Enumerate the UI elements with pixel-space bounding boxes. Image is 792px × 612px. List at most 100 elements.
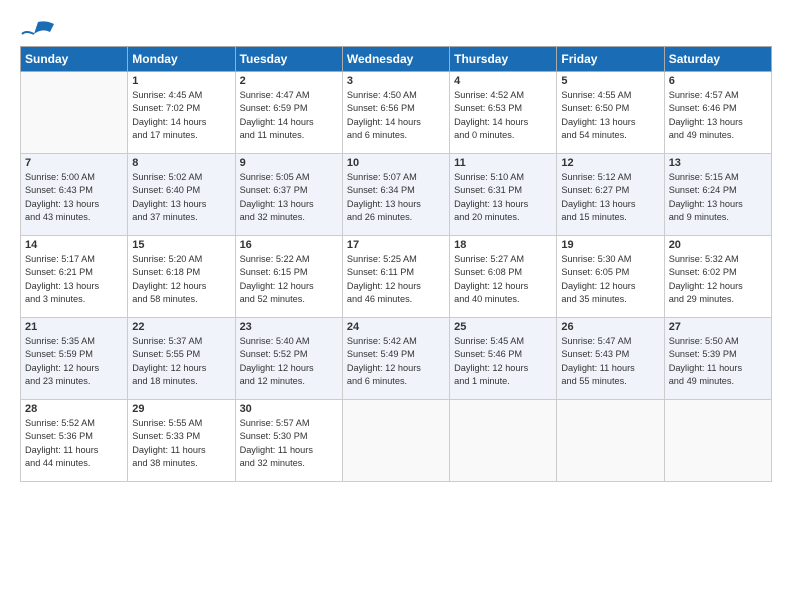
calendar-cell: 18 Sunrise: 5:27 AM Sunset: 6:08 PM Dayli… bbox=[450, 236, 557, 318]
calendar-cell: 22 Sunrise: 5:37 AM Sunset: 5:55 PM Dayli… bbox=[128, 318, 235, 400]
calendar-cell: 4 Sunrise: 4:52 AM Sunset: 6:53 PM Daylig… bbox=[450, 72, 557, 154]
calendar-cell: 6 Sunrise: 4:57 AM Sunset: 6:46 PM Daylig… bbox=[664, 72, 771, 154]
day-info: Sunrise: 5:25 AM Sunset: 6:11 PM Dayligh… bbox=[347, 253, 445, 306]
day-number: 28 bbox=[25, 403, 123, 415]
day-info: Sunrise: 5:15 AM Sunset: 6:24 PM Dayligh… bbox=[669, 171, 767, 224]
calendar-week-row: 7 Sunrise: 5:00 AM Sunset: 6:43 PM Daylig… bbox=[21, 154, 772, 236]
day-info: Sunrise: 4:52 AM Sunset: 6:53 PM Dayligh… bbox=[454, 89, 552, 142]
day-number: 27 bbox=[669, 321, 767, 333]
day-info: Sunrise: 5:05 AM Sunset: 6:37 PM Dayligh… bbox=[240, 171, 338, 224]
day-info: Sunrise: 4:57 AM Sunset: 6:46 PM Dayligh… bbox=[669, 89, 767, 142]
day-number: 14 bbox=[25, 239, 123, 251]
calendar-cell bbox=[664, 400, 771, 482]
day-info: Sunrise: 5:20 AM Sunset: 6:18 PM Dayligh… bbox=[132, 253, 230, 306]
day-number: 11 bbox=[454, 157, 552, 169]
day-info: Sunrise: 4:50 AM Sunset: 6:56 PM Dayligh… bbox=[347, 89, 445, 142]
calendar-cell: 7 Sunrise: 5:00 AM Sunset: 6:43 PM Daylig… bbox=[21, 154, 128, 236]
calendar-table: SundayMondayTuesdayWednesdayThursdayFrid… bbox=[20, 46, 772, 482]
day-info: Sunrise: 5:52 AM Sunset: 5:36 PM Dayligh… bbox=[25, 417, 123, 470]
day-info: Sunrise: 5:57 AM Sunset: 5:30 PM Dayligh… bbox=[240, 417, 338, 470]
calendar-cell bbox=[450, 400, 557, 482]
logo bbox=[20, 18, 56, 38]
day-number: 19 bbox=[561, 239, 659, 251]
day-info: Sunrise: 5:37 AM Sunset: 5:55 PM Dayligh… bbox=[132, 335, 230, 388]
calendar-cell: 28 Sunrise: 5:52 AM Sunset: 5:36 PM Dayli… bbox=[21, 400, 128, 482]
day-number: 16 bbox=[240, 239, 338, 251]
weekday-header: Tuesday bbox=[235, 47, 342, 72]
day-number: 4 bbox=[454, 75, 552, 87]
header bbox=[20, 18, 772, 38]
calendar-week-row: 21Sunrise: 5:35 AM Sunset: 5:59 PM Dayli… bbox=[21, 318, 772, 400]
page: SundayMondayTuesdayWednesdayThursdayFrid… bbox=[0, 0, 792, 612]
day-number: 6 bbox=[669, 75, 767, 87]
day-info: Sunrise: 5:17 AM Sunset: 6:21 PM Dayligh… bbox=[25, 253, 123, 306]
day-number: 29 bbox=[132, 403, 230, 415]
calendar-cell: 9Sunrise: 5:05 AM Sunset: 6:37 PM Daylig… bbox=[235, 154, 342, 236]
calendar-cell: 30Sunrise: 5:57 AM Sunset: 5:30 PM Dayli… bbox=[235, 400, 342, 482]
day-number: 25 bbox=[454, 321, 552, 333]
calendar-cell: 23 Sunrise: 5:40 AM Sunset: 5:52 PM Dayli… bbox=[235, 318, 342, 400]
weekday-header: Sunday bbox=[21, 47, 128, 72]
calendar-cell: 21Sunrise: 5:35 AM Sunset: 5:59 PM Dayli… bbox=[21, 318, 128, 400]
calendar-cell: 26 Sunrise: 5:47 AM Sunset: 5:43 PM Dayli… bbox=[557, 318, 664, 400]
day-info: Sunrise: 5:40 AM Sunset: 5:52 PM Dayligh… bbox=[240, 335, 338, 388]
calendar-cell: 29 Sunrise: 5:55 AM Sunset: 5:33 PM Dayli… bbox=[128, 400, 235, 482]
calendar-cell: 2 Sunrise: 4:47 AM Sunset: 6:59 PM Daylig… bbox=[235, 72, 342, 154]
calendar-cell bbox=[342, 400, 449, 482]
day-number: 3 bbox=[347, 75, 445, 87]
day-info: Sunrise: 5:22 AM Sunset: 6:15 PM Dayligh… bbox=[240, 253, 338, 306]
calendar-cell: 15Sunrise: 5:20 AM Sunset: 6:18 PM Dayli… bbox=[128, 236, 235, 318]
day-info: Sunrise: 5:02 AM Sunset: 6:40 PM Dayligh… bbox=[132, 171, 230, 224]
day-info: Sunrise: 5:55 AM Sunset: 5:33 PM Dayligh… bbox=[132, 417, 230, 470]
calendar-cell: 25 Sunrise: 5:45 AM Sunset: 5:46 PM Dayli… bbox=[450, 318, 557, 400]
day-info: Sunrise: 5:10 AM Sunset: 6:31 PM Dayligh… bbox=[454, 171, 552, 224]
day-number: 18 bbox=[454, 239, 552, 251]
day-number: 17 bbox=[347, 239, 445, 251]
calendar-week-row: 1 Sunrise: 4:45 AM Sunset: 7:02 PM Daylig… bbox=[21, 72, 772, 154]
calendar-cell: 16 Sunrise: 5:22 AM Sunset: 6:15 PM Dayli… bbox=[235, 236, 342, 318]
day-number: 26 bbox=[561, 321, 659, 333]
day-info: Sunrise: 5:50 AM Sunset: 5:39 PM Dayligh… bbox=[669, 335, 767, 388]
weekday-header: Monday bbox=[128, 47, 235, 72]
day-number: 21 bbox=[25, 321, 123, 333]
day-number: 24 bbox=[347, 321, 445, 333]
day-number: 1 bbox=[132, 75, 230, 87]
calendar-cell: 11 Sunrise: 5:10 AM Sunset: 6:31 PM Dayli… bbox=[450, 154, 557, 236]
day-info: Sunrise: 5:47 AM Sunset: 5:43 PM Dayligh… bbox=[561, 335, 659, 388]
day-number: 10 bbox=[347, 157, 445, 169]
day-info: Sunrise: 5:45 AM Sunset: 5:46 PM Dayligh… bbox=[454, 335, 552, 388]
weekday-header: Friday bbox=[557, 47, 664, 72]
calendar-cell: 1 Sunrise: 4:45 AM Sunset: 7:02 PM Daylig… bbox=[128, 72, 235, 154]
day-number: 8 bbox=[132, 157, 230, 169]
day-info: Sunrise: 5:00 AM Sunset: 6:43 PM Dayligh… bbox=[25, 171, 123, 224]
weekday-header: Wednesday bbox=[342, 47, 449, 72]
calendar-cell: 13 Sunrise: 5:15 AM Sunset: 6:24 PM Dayli… bbox=[664, 154, 771, 236]
weekday-header: Thursday bbox=[450, 47, 557, 72]
calendar-cell: 24 Sunrise: 5:42 AM Sunset: 5:49 PM Dayli… bbox=[342, 318, 449, 400]
day-number: 2 bbox=[240, 75, 338, 87]
day-info: Sunrise: 5:27 AM Sunset: 6:08 PM Dayligh… bbox=[454, 253, 552, 306]
day-info: Sunrise: 5:32 AM Sunset: 6:02 PM Dayligh… bbox=[669, 253, 767, 306]
calendar-week-row: 28 Sunrise: 5:52 AM Sunset: 5:36 PM Dayli… bbox=[21, 400, 772, 482]
day-number: 5 bbox=[561, 75, 659, 87]
day-number: 23 bbox=[240, 321, 338, 333]
day-number: 7 bbox=[25, 157, 123, 169]
day-info: Sunrise: 4:47 AM Sunset: 6:59 PM Dayligh… bbox=[240, 89, 338, 142]
calendar-cell bbox=[21, 72, 128, 154]
calendar-cell: 8 Sunrise: 5:02 AM Sunset: 6:40 PM Daylig… bbox=[128, 154, 235, 236]
day-info: Sunrise: 4:55 AM Sunset: 6:50 PM Dayligh… bbox=[561, 89, 659, 142]
calendar-cell: 17 Sunrise: 5:25 AM Sunset: 6:11 PM Dayli… bbox=[342, 236, 449, 318]
day-info: Sunrise: 4:45 AM Sunset: 7:02 PM Dayligh… bbox=[132, 89, 230, 142]
calendar-cell: 20 Sunrise: 5:32 AM Sunset: 6:02 PM Dayli… bbox=[664, 236, 771, 318]
day-info: Sunrise: 5:42 AM Sunset: 5:49 PM Dayligh… bbox=[347, 335, 445, 388]
logo-flag-icon bbox=[20, 20, 56, 38]
weekday-header: Saturday bbox=[664, 47, 771, 72]
calendar-cell: 27 Sunrise: 5:50 AM Sunset: 5:39 PM Dayli… bbox=[664, 318, 771, 400]
day-number: 22 bbox=[132, 321, 230, 333]
day-number: 20 bbox=[669, 239, 767, 251]
calendar-cell bbox=[557, 400, 664, 482]
calendar-week-row: 14 Sunrise: 5:17 AM Sunset: 6:21 PM Dayli… bbox=[21, 236, 772, 318]
day-number: 13 bbox=[669, 157, 767, 169]
calendar-cell: 19Sunrise: 5:30 AM Sunset: 6:05 PM Dayli… bbox=[557, 236, 664, 318]
calendar-cell: 3 Sunrise: 4:50 AM Sunset: 6:56 PM Daylig… bbox=[342, 72, 449, 154]
